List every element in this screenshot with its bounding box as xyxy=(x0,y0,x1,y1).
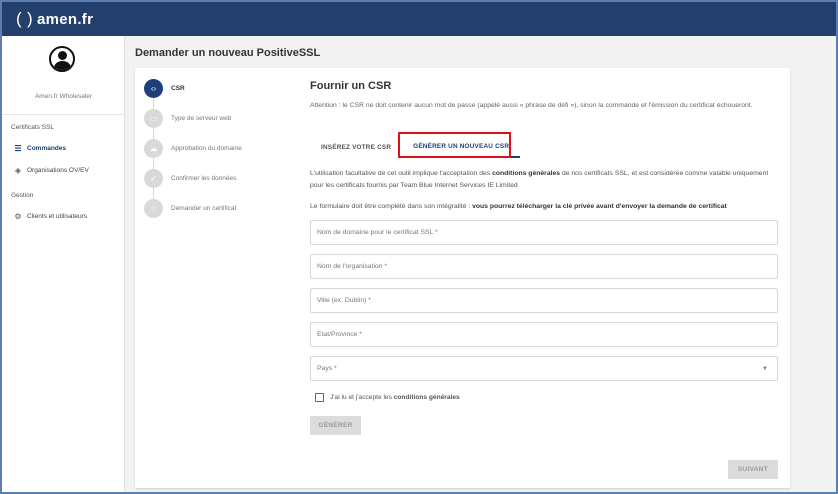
account-name: Amen.fr Wholesaler xyxy=(34,93,93,100)
form-title: Fournir un CSR xyxy=(310,80,392,92)
thumb-up-icon: ✓ xyxy=(144,169,163,188)
domain-field[interactable] xyxy=(310,220,778,245)
sidebar-divider xyxy=(2,114,125,115)
main-content: Demander un nouveau PositiveSSL ‹› CSR ▭… xyxy=(125,36,836,492)
csr-tabs: INSÉREZ VOTRE CSR GÉNÉRER UN NOUVEAU CSR xyxy=(310,136,780,158)
country-select[interactable]: ▼ xyxy=(310,356,778,381)
state-input[interactable] xyxy=(317,331,777,338)
step-label: CSR xyxy=(171,85,185,92)
sidebar-item-label: Clients et utilisateurs xyxy=(27,212,87,220)
domain-input[interactable] xyxy=(317,229,777,236)
list-icon: ☰ xyxy=(14,143,22,153)
step-label: Approbation du domaine xyxy=(171,145,242,152)
attention-text: Attention : le CSR ne doit contenir aucu… xyxy=(310,102,753,109)
tab-insert-csr[interactable]: INSÉREZ VOTRE CSR xyxy=(310,136,402,158)
chevron-down-icon: ▼ xyxy=(762,366,768,372)
app-frame: ( ) amen.fr Amen.fr Wholesaler Certifica… xyxy=(0,0,838,494)
star-icon: ☆ xyxy=(144,199,163,218)
step-label: Type de serveur web xyxy=(171,115,232,122)
step-server-type[interactable]: ▭ Type de serveur web xyxy=(144,109,231,128)
terms-checkbox[interactable] xyxy=(315,393,324,402)
step-domain-approval[interactable]: ☁ Approbation du domaine xyxy=(144,139,242,158)
layers-icon: ◈ xyxy=(14,165,22,175)
sidebar-section-ssl: Certificats SSL xyxy=(11,124,54,131)
step-request-certificate[interactable]: ☆ Demander un certificat xyxy=(144,199,236,218)
top-bar: ( ) amen.fr xyxy=(2,2,836,36)
avatar[interactable] xyxy=(49,46,75,72)
sidebar-item-label: Commandes xyxy=(27,144,67,152)
page-title: Demander un nouveau PositiveSSL xyxy=(135,47,321,59)
sidebar-item-organisations[interactable]: ◈ Organisations OV/EV xyxy=(14,165,89,175)
amen-logo[interactable]: ( ) amen.fr xyxy=(16,9,93,29)
step-confirm[interactable]: ✓ Confirmer les données xyxy=(144,169,236,188)
user-icon xyxy=(58,51,67,60)
city-field[interactable] xyxy=(310,288,778,313)
sidebar-item-clients[interactable]: ⚙ Clients et utilisateurs xyxy=(14,211,87,221)
step-csr[interactable]: ‹› CSR xyxy=(144,79,185,98)
monitor-icon: ▭ xyxy=(144,109,163,128)
state-field[interactable] xyxy=(310,322,778,347)
private-key-info-text: Le formulaire doit être complété dans so… xyxy=(310,203,727,210)
sidebar-item-commandes[interactable]: ☰ Commandes xyxy=(14,143,67,153)
organisation-input[interactable] xyxy=(317,263,777,270)
step-label: Demander un certificat xyxy=(171,205,237,212)
sidebar-section-gestion: Gestion xyxy=(11,192,34,199)
code-icon: ‹› xyxy=(144,79,163,98)
highlight-annotation xyxy=(398,132,511,158)
terms-checkbox-row[interactable]: J'ai lu et j'accepte les conditions géné… xyxy=(315,393,460,402)
terms-link[interactable]: conditions générales xyxy=(492,170,560,177)
sidebar: Amen.fr Wholesaler Certificats SSL ☰ Com… xyxy=(2,36,125,492)
cloud-icon: ☁ xyxy=(144,139,163,158)
terms-label: J'ai lu et j'accepte les conditions géné… xyxy=(330,394,460,401)
city-input[interactable] xyxy=(317,297,777,304)
organisation-field[interactable] xyxy=(310,254,778,279)
sidebar-item-label: Organisations OV/EV xyxy=(27,166,89,174)
next-button[interactable]: SUIVANT xyxy=(728,460,778,479)
logo-text: amen.fr xyxy=(36,10,94,28)
country-input[interactable] xyxy=(317,365,777,372)
gear-icon: ⚙ xyxy=(14,211,22,221)
generate-button[interactable]: GÉNÉRER xyxy=(310,416,361,435)
wizard-card: ‹› CSR ▭ Type de serveur web ☁ Approbati… xyxy=(135,68,790,488)
step-label: Confirmer les données xyxy=(171,175,237,182)
terms-info-text: L'utilisation facultative de cet outil i… xyxy=(310,170,769,189)
